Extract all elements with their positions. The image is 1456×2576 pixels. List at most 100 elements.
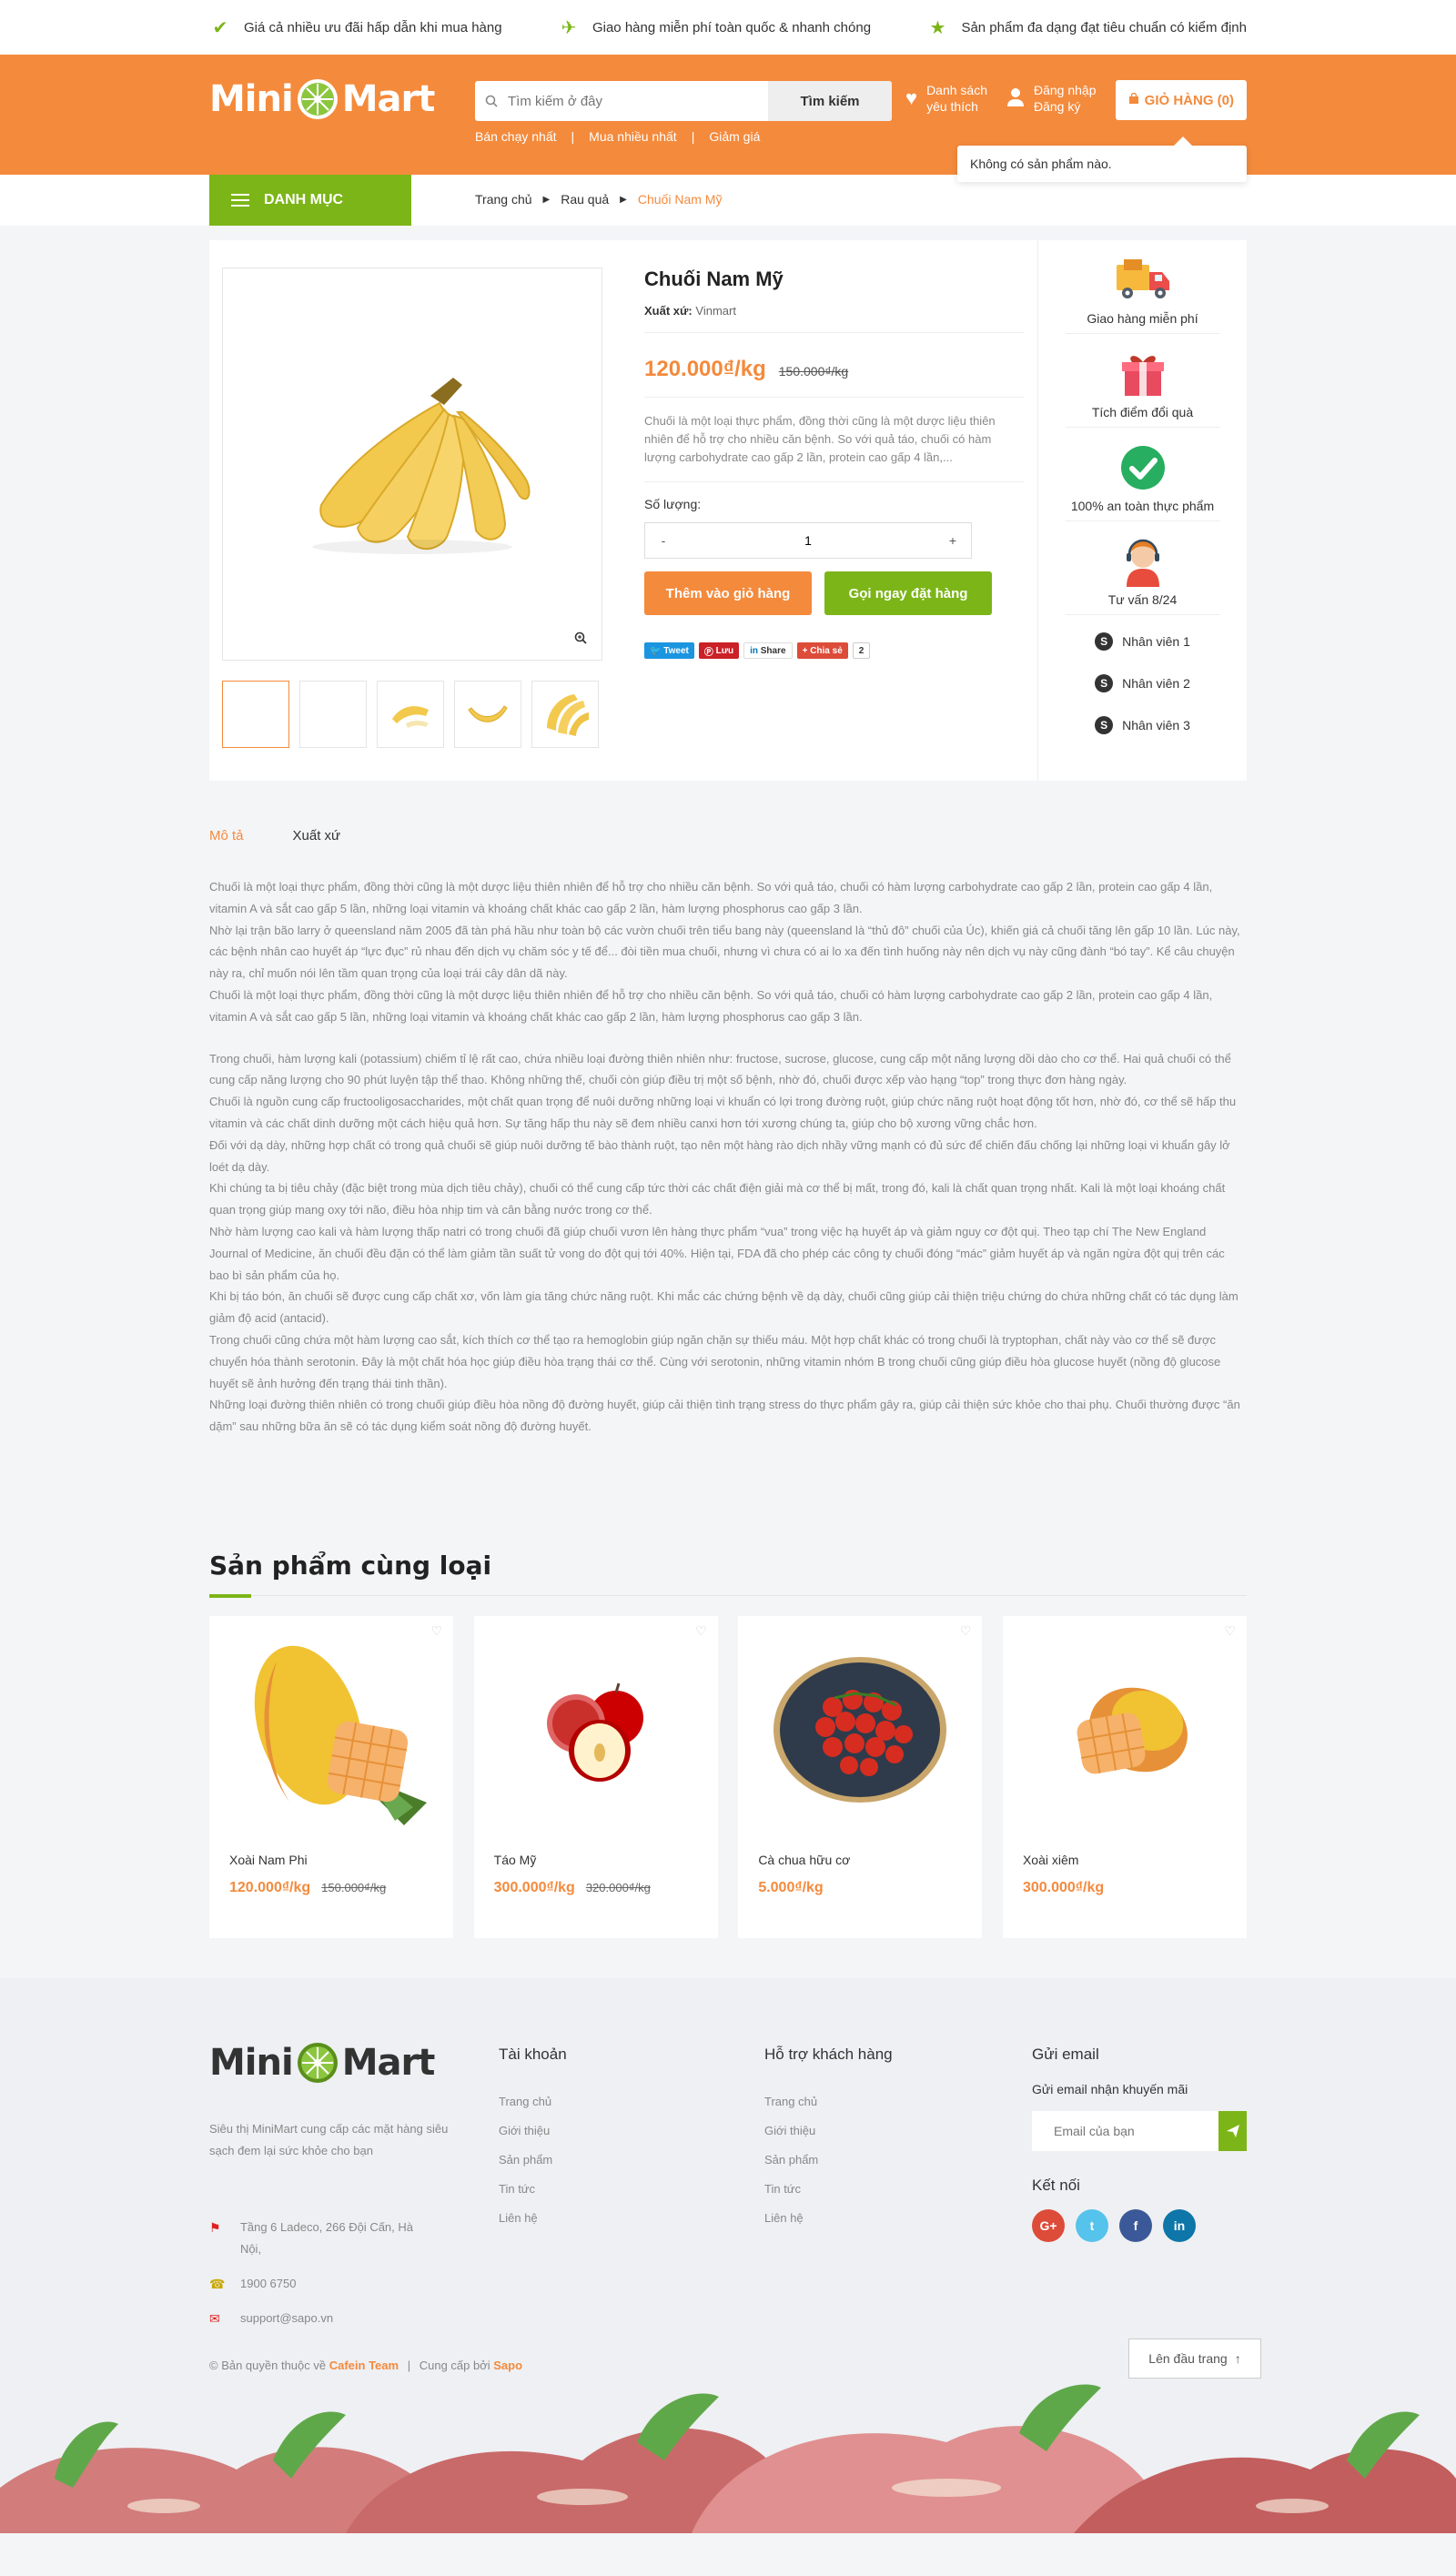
- product-origin: Xuất xứ: Vinmart: [644, 304, 1025, 318]
- skype-icon: S: [1095, 716, 1114, 734]
- footer-link-contact[interactable]: Liên hệ: [764, 2204, 893, 2233]
- quick-link-most-bought[interactable]: Mua nhiều nhất: [589, 129, 677, 144]
- staff-item-1[interactable]: S Nhân viên 1: [1038, 621, 1247, 662]
- linkedin-share-button[interactable]: in Share: [743, 642, 793, 659]
- benefit-shipping: ✈ Giao hàng miễn phí toàn quốc & nhanh c…: [558, 16, 871, 38]
- cart-label: GIỎ HÀNG (0): [1144, 92, 1234, 108]
- send-button[interactable]: [1218, 2110, 1247, 2151]
- heart-icon[interactable]: ♡: [430, 1623, 442, 1639]
- cart-bag-icon: [1128, 92, 1139, 108]
- footer-logo[interactable]: Mini Mart: [209, 2040, 435, 2086]
- register-link[interactable]: Đăng ký: [1034, 98, 1097, 115]
- tab-description[interactable]: Mô tả: [209, 828, 244, 844]
- staff-item-2[interactable]: S Nhân viên 2: [1038, 662, 1247, 704]
- heart-icon[interactable]: ♡: [960, 1623, 972, 1639]
- footer-link-about[interactable]: Giới thiệu: [764, 2116, 893, 2146]
- footer-email-text[interactable]: support@sapo.vn: [240, 2308, 333, 2329]
- category-menu-button[interactable]: DANH MỤC: [209, 175, 411, 226]
- site-logo[interactable]: Mini Mart: [209, 76, 435, 122]
- call-to-order-button[interactable]: Gọi ngay đặt hàng: [824, 571, 992, 615]
- back-to-top-button[interactable]: Lên đầu trang ↑: [1128, 2338, 1261, 2379]
- thumbnail-5[interactable]: [531, 681, 599, 748]
- thumbnail-4[interactable]: [454, 681, 521, 748]
- breadcrumb-home[interactable]: Trang chủ: [475, 192, 532, 207]
- quantity-input[interactable]: [682, 533, 935, 548]
- copyright-team-link[interactable]: Cafein Team: [329, 2359, 399, 2372]
- description-paragraph: Trong chuối cũng chứa một hàm lượng cao …: [209, 1332, 1221, 1390]
- apple-image: [474, 1616, 718, 1844]
- copyright-separator: |: [407, 2358, 411, 2372]
- footer-link-home[interactable]: Trang chủ: [499, 2087, 567, 2116]
- quick-link-best-sellers[interactable]: Bán chạy nhất: [475, 129, 557, 144]
- copyright-sapo-link[interactable]: Sapo: [493, 2359, 522, 2372]
- lime-logo-icon: [297, 2042, 338, 2083]
- feature-free-shipping: Giao hàng miễn phí: [1038, 240, 1247, 333]
- breadcrumb-category[interactable]: Rau quả: [561, 192, 609, 207]
- checkmark-icon: ✔: [212, 17, 228, 38]
- product-card[interactable]: ♡ Táo Mỹ 300.000₫/kg 320.000₫/kg: [473, 1615, 718, 1938]
- twitter-icon[interactable]: t: [1076, 2208, 1108, 2242]
- quantity-increase-button[interactable]: +: [935, 533, 971, 548]
- product-card[interactable]: ♡ Xoài Nam Phi 120.000₫/kg 150.000₫/kg: [209, 1615, 453, 1938]
- pinterest-save-button[interactable]: Ⓟ Lưu: [698, 642, 740, 659]
- thumbnail-3[interactable]: [377, 681, 444, 748]
- wishlist-line1: Danh sách: [926, 83, 987, 97]
- product-main-image[interactable]: [222, 268, 602, 661]
- footer-link-about[interactable]: Giới thiệu: [499, 2116, 567, 2146]
- product-old-price: 150.000₫/kg: [778, 364, 849, 379]
- heart-icon[interactable]: ♡: [695, 1623, 707, 1639]
- linkedin-icon: in: [750, 645, 761, 656]
- google-share-button[interactable]: + Chia sẻ: [796, 642, 848, 659]
- newsletter-email-input[interactable]: [1032, 2110, 1218, 2151]
- heart-icon[interactable]: ♡: [1224, 1623, 1236, 1639]
- wishlist-link[interactable]: ♥ Danh sách yêu thích: [905, 82, 987, 115]
- product-card-name[interactable]: Táo Mỹ: [494, 1853, 718, 1867]
- product-card-old-price: 150.000₫/kg: [321, 1880, 387, 1894]
- footer-link-news[interactable]: Tin tức: [764, 2175, 893, 2204]
- footer-link-contact[interactable]: Liên hệ: [499, 2204, 567, 2233]
- footer-about: Siêu thị MiniMart cung cấp các mặt hàng …: [209, 2121, 449, 2157]
- banana-bunch-image: [312, 378, 531, 554]
- footer-address-text: Tầng 6 Ladeco, 266 Đội Cấn, Hà Nội,: [239, 2219, 414, 2256]
- quantity-decrease-button[interactable]: -: [645, 533, 682, 548]
- footer-link-products[interactable]: Sản phẩm: [764, 2146, 893, 2175]
- add-to-cart-button[interactable]: Thêm vào giỏ hàng: [644, 571, 812, 615]
- zoom-icon[interactable]: [574, 631, 587, 649]
- description-paragraph: Những loại đường thiên nhiên có trong ch…: [209, 1398, 1240, 1434]
- product-card-price-row: 300.000₫/kg: [1023, 1880, 1247, 1896]
- divider: [644, 397, 1025, 398]
- footer-link-news[interactable]: Tin tức: [499, 2175, 567, 2204]
- staff-label-1: Nhân viên 1: [1122, 634, 1190, 649]
- product-card-old-price: 320.000₫/kg: [585, 1880, 651, 1894]
- login-link[interactable]: Đăng nhập: [1034, 82, 1097, 98]
- footer-link-products[interactable]: Sản phẩm: [499, 2146, 567, 2175]
- product-card[interactable]: ♡ Xoài xiêm 300.000₫/kg: [1002, 1615, 1247, 1938]
- cart-button[interactable]: GIỎ HÀNG (0): [1115, 80, 1247, 120]
- product-card[interactable]: ♡ Cà chua hữu cơ 5.000₫/kg: [738, 1615, 983, 1938]
- quick-link-discount[interactable]: Giảm giá: [709, 129, 760, 144]
- search-input[interactable]: [508, 81, 768, 121]
- tweet-button[interactable]: 🐦 Tweet: [644, 642, 694, 659]
- skype-icon: S: [1095, 674, 1114, 692]
- footer-account-title: Tài khoản: [499, 2045, 567, 2063]
- benefit-shipping-text: Giao hàng miễn phí toàn quốc & nhanh chó…: [592, 19, 872, 35]
- footer-link-home[interactable]: Trang chủ: [764, 2087, 893, 2116]
- divider: [209, 1593, 1247, 1598]
- product-card-name[interactable]: Xoài Nam Phi: [229, 1853, 453, 1867]
- gift-icon: [1038, 350, 1247, 398]
- product-card-name[interactable]: Cà chua hữu cơ: [758, 1853, 982, 1867]
- linkedin-icon[interactable]: in: [1163, 2208, 1196, 2242]
- lime-logo-icon: [297, 79, 338, 119]
- thumbnail-2[interactable]: [299, 681, 367, 748]
- thumbnail-1[interactable]: [222, 681, 289, 748]
- tab-origin[interactable]: Xuất xứ: [293, 828, 341, 844]
- staff-item-3[interactable]: S Nhân viên 3: [1038, 704, 1247, 746]
- search-button[interactable]: Tìm kiếm: [768, 81, 892, 121]
- facebook-icon[interactable]: f: [1119, 2208, 1152, 2242]
- product-card-name[interactable]: Xoài xiêm: [1023, 1853, 1247, 1867]
- description-paragraph: Nhờ hàm lượng cao kali và hàm lượng thấp…: [209, 1224, 1225, 1282]
- footer-phone-text[interactable]: 1900 6750: [240, 2273, 296, 2295]
- skype-icon: S: [1095, 632, 1114, 651]
- google-plus-icon[interactable]: G+: [1032, 2208, 1065, 2242]
- user-icon: [1006, 87, 1025, 109]
